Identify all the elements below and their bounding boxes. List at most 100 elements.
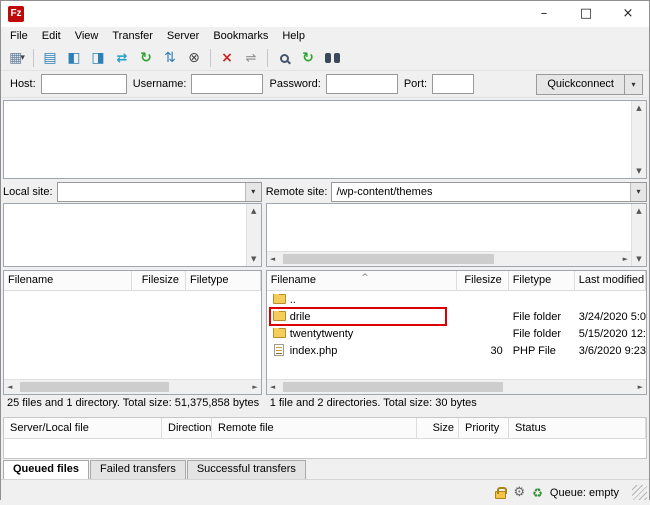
column-header-remote-file[interactable]: Remote file [212,418,417,438]
host-label: Host: [10,78,36,90]
file-type: File folder [509,328,575,340]
quickconnect-button[interactable]: Quickconnect [536,74,625,95]
reconnect-button[interactable]: ⇌ [240,47,262,69]
local-directory-tree[interactable]: ▲ ▼ [3,203,262,268]
scroll-down-icon[interactable]: ▼ [633,164,644,178]
tab-queued-files[interactable]: Queued files [3,460,89,479]
find-files-button[interactable] [321,47,343,69]
local-file-list: Filename Filesize Filetype ◄ ► [3,270,262,395]
process-queue-button[interactable]: ⇅ [159,47,181,69]
refresh-button[interactable]: ↻ [135,47,157,69]
column-header-size[interactable]: Size [417,418,459,438]
file-modified: 5/15/2020 12: [575,328,646,340]
toggle-log-button[interactable]: ▤ [39,47,61,69]
menu-edit[interactable]: Edit [35,27,68,46]
scrollbar-thumb[interactable] [283,254,494,264]
scrollbar-thumb[interactable] [283,382,503,392]
maximize-button[interactable]: □ [565,1,607,27]
site-manager-button[interactable]: ▦ ▾ [6,47,28,69]
column-header-server-local-file[interactable]: Server/Local file [4,418,162,438]
local-panel: Local site: ▾ ▲ ▼ Filename Filesize File… [3,181,262,411]
port-label: Port: [404,78,427,90]
minimize-button[interactable]: – [523,1,565,27]
remote-tree-vertical-scrollbar[interactable]: ▲ ▼ [631,204,646,267]
column-header-priority[interactable]: Priority [459,418,509,438]
queue-list-body[interactable] [3,439,647,459]
tab-failed-transfers[interactable]: Failed transfers [90,460,186,479]
local-list-body[interactable] [4,291,261,379]
remote-list-body[interactable]: .. drile File folder 3/24/2020 5:0 twent… [267,291,646,379]
scroll-left-icon[interactable]: ◄ [267,380,278,394]
toggle-queue-button[interactable]: ⇄ [111,47,133,69]
toolbar-separator [33,49,34,67]
menu-help[interactable]: Help [275,27,312,46]
chevron-down-icon[interactable]: ▾ [630,183,646,201]
menu-server[interactable]: Server [160,27,206,46]
file-name: index.php [290,345,338,357]
menu-transfer[interactable]: Transfer [105,27,160,46]
titlebar: Fz – □ × [1,1,649,27]
log-vertical-scrollbar[interactable]: ▲ ▼ [631,101,646,178]
quickconnect-bar: Host: Username: Password: Port: Quickcon… [1,71,649,98]
scroll-up-icon[interactable]: ▲ [633,101,644,115]
scroll-down-icon[interactable]: ▼ [633,252,644,266]
column-header-filetype[interactable]: Filetype [509,271,575,290]
remote-tree-horizontal-scrollbar[interactable]: ◄ ► [267,251,631,266]
host-input[interactable] [41,74,127,94]
column-header-filename[interactable]: Filename [4,271,132,290]
remote-horizontal-scrollbar[interactable]: ◄ ► [267,379,646,394]
file-modified: 3/24/2020 5:0 [575,311,646,323]
menu-view[interactable]: View [68,27,106,46]
scroll-down-icon[interactable]: ▼ [248,252,259,266]
username-input[interactable] [191,74,263,94]
column-header-last-modified[interactable]: Last modified [575,271,646,290]
column-header-status[interactable]: Status [509,418,646,438]
local-tree-vertical-scrollbar[interactable]: ▲ ▼ [246,204,261,267]
lock-icon[interactable] [495,491,506,499]
remote-panel: Remote site: /wp-content/themes ▾ ▲ ▼ ◄ … [266,181,647,411]
scroll-right-icon[interactable]: ► [620,252,631,266]
password-input[interactable] [326,74,398,94]
scrollbar-thumb[interactable] [20,382,169,392]
toggle-log-icon: ▤ [43,50,56,66]
file-row-parent-dir[interactable]: .. [267,291,646,308]
sort-ascending-icon: ^ [361,271,369,288]
resize-grip[interactable] [632,485,647,500]
sync-browsing-button[interactable]: ↻ [297,47,319,69]
scroll-up-icon[interactable]: ▲ [248,204,259,218]
file-name: twentytwenty [290,328,354,340]
column-header-filesize[interactable]: Filesize [132,271,186,290]
recycle-icon[interactable]: ♻ [532,486,543,500]
local-site-combo[interactable]: ▾ [57,182,262,202]
menu-bookmarks[interactable]: Bookmarks [206,27,275,46]
scroll-left-icon[interactable]: ◄ [267,252,278,266]
port-input[interactable] [432,74,474,94]
scroll-right-icon[interactable]: ► [635,380,646,394]
local-horizontal-scrollbar[interactable]: ◄ ► [4,379,261,394]
cancel-operation-button[interactable]: ⊗ [183,47,205,69]
tab-successful-transfers[interactable]: Successful transfers [187,460,306,479]
column-header-direction[interactable]: Direction [162,418,212,438]
close-button[interactable]: × [607,1,649,27]
file-row-twentytwenty[interactable]: twentytwenty File folder 5/15/2020 12: [267,325,646,342]
column-header-filetype[interactable]: Filetype [186,271,261,290]
quickconnect-dropdown-button[interactable]: ▾ [625,74,643,95]
process-queue-icon: ⇅ [164,50,176,66]
remote-directory-tree[interactable]: ▲ ▼ ◄ ► [266,203,647,268]
disconnect-button[interactable]: × [216,47,238,69]
scroll-left-icon[interactable]: ◄ [4,380,15,394]
directory-compare-button[interactable] [273,47,295,69]
remote-site-combo[interactable]: /wp-content/themes ▾ [331,182,647,202]
column-header-filesize[interactable]: Filesize [457,271,509,290]
scroll-up-icon[interactable]: ▲ [633,204,644,218]
column-header-filename[interactable]: Filename ^ [267,271,457,290]
file-row-drile[interactable]: drile File folder 3/24/2020 5:0 [267,308,646,325]
file-row-index-php[interactable]: index.php 30 PHP File 3/6/2020 9:23 [267,342,646,359]
menu-file[interactable]: File [3,27,35,46]
scroll-right-icon[interactable]: ► [249,380,260,394]
toggle-remote-tree-button[interactable]: ◨ [87,47,109,69]
remote-file-list: Filename ^ Filesize Filetype Last modifi… [266,270,647,395]
chevron-down-icon[interactable]: ▾ [245,183,261,201]
toggle-local-tree-button[interactable]: ◧ [63,47,85,69]
gear-icon[interactable]: ⚙ [513,485,525,500]
